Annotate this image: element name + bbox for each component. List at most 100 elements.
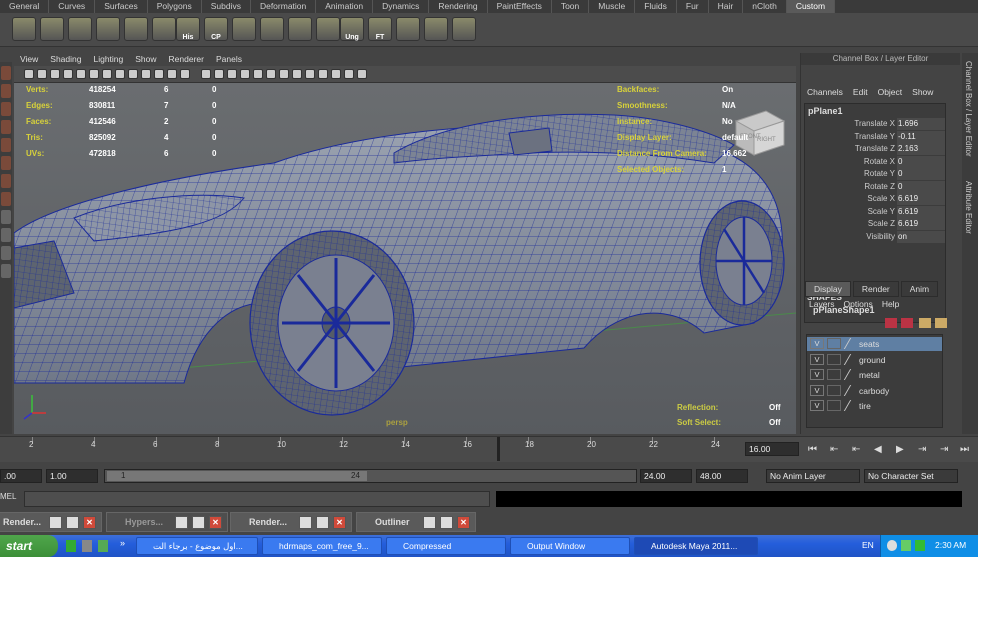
scale-tool-icon[interactable] bbox=[1, 156, 11, 170]
shelf-tab-rendering[interactable]: Rendering bbox=[429, 0, 488, 13]
viewport-toolbar-icon[interactable] bbox=[305, 69, 315, 79]
language-indicator[interactable]: EN bbox=[862, 540, 874, 550]
mel-label[interactable]: MEL bbox=[0, 492, 16, 501]
maximize-icon[interactable] bbox=[192, 516, 205, 529]
channel-menu-show[interactable]: Show bbox=[912, 87, 933, 97]
channel-attr-row[interactable]: Scale Z 6.619 bbox=[805, 218, 945, 230]
taskbar-item[interactable]: hdrmaps_com_free_9... bbox=[262, 537, 382, 555]
viewport-menu-renderer[interactable]: Renderer bbox=[169, 53, 204, 66]
layer-color-swatch[interactable] bbox=[827, 384, 841, 396]
viewport-toolbar-icon[interactable] bbox=[357, 69, 367, 79]
play-forward-icon[interactable]: ▶ bbox=[896, 444, 904, 455]
shelf-tab-animation[interactable]: Animation bbox=[316, 0, 374, 13]
center-pivot-icon[interactable]: CP bbox=[204, 17, 228, 41]
shelf-tab-hair[interactable]: Hair bbox=[709, 0, 744, 13]
taskbar-item[interactable]: Compressed bbox=[386, 537, 506, 555]
shelf-tool-icon[interactable] bbox=[288, 17, 312, 41]
channel-attr-row[interactable]: Translate Z 2.163 bbox=[805, 143, 945, 155]
viewport-menu-view[interactable]: View bbox=[20, 53, 38, 66]
quicklaunch-more-icon[interactable]: » bbox=[120, 538, 125, 548]
channel-attr-row[interactable]: Translate Y -0.11 bbox=[805, 130, 945, 143]
restore-icon[interactable] bbox=[299, 516, 312, 529]
viewport-toolbar-icon[interactable] bbox=[24, 69, 34, 79]
viewport-menu-show[interactable]: Show bbox=[135, 53, 156, 66]
viewport-toolbar-icon[interactable] bbox=[76, 69, 86, 79]
character-set-dropdown[interactable]: No Character Set bbox=[864, 469, 958, 483]
tray-icon[interactable] bbox=[887, 540, 897, 551]
animation-start-field[interactable]: .00 bbox=[0, 469, 42, 483]
layer-menu-options[interactable]: Options bbox=[844, 299, 873, 309]
range-end-field[interactable]: 24.00 bbox=[640, 469, 692, 483]
shelf-tool-icon[interactable] bbox=[124, 17, 148, 41]
viewport-toolbar-icon[interactable] bbox=[279, 69, 289, 79]
shelf-tab-fur[interactable]: Fur bbox=[677, 0, 709, 13]
layer-row[interactable]: Vground bbox=[807, 353, 942, 367]
restore-icon[interactable] bbox=[423, 516, 436, 529]
shelf-tool-icon[interactable] bbox=[232, 17, 256, 41]
play-backward-icon[interactable]: ◀ bbox=[874, 444, 882, 455]
quicklaunch-icon[interactable] bbox=[98, 540, 108, 552]
viewport-toolbar-icon[interactable] bbox=[240, 69, 250, 79]
move-up-icon[interactable] bbox=[919, 318, 931, 328]
channel-attr-value[interactable]: 1.696 bbox=[897, 118, 945, 130]
shelf-tab-muscle[interactable]: Muscle bbox=[589, 0, 636, 13]
channel-attr-value[interactable]: on bbox=[897, 230, 945, 243]
layer-visibility-toggle[interactable]: V bbox=[810, 338, 824, 349]
channel-attr-value[interactable]: 6.619 bbox=[897, 205, 945, 218]
shelf-tool-icon[interactable] bbox=[396, 17, 420, 41]
close-icon[interactable]: ✕ bbox=[333, 516, 346, 529]
tab-render[interactable]: Render bbox=[852, 281, 899, 297]
layer-visibility-toggle[interactable]: V bbox=[810, 353, 824, 365]
channel-attr-value[interactable]: 6.619 bbox=[897, 193, 945, 205]
layer-visibility-toggle[interactable]: V bbox=[810, 384, 824, 396]
viewport-toolbar-icon[interactable] bbox=[128, 69, 138, 79]
shelf-tab-general[interactable]: General bbox=[0, 0, 50, 13]
time-slider[interactable]: 16.00 ⏮ ⇤ ⇤ ◀ ▶ ⇥ ⇥ ⏭ 2 4 6 8 10 12 14 16 18 20 22… bbox=[0, 436, 978, 462]
channel-attr-value[interactable]: 0 bbox=[897, 155, 945, 168]
freeze-transform-icon[interactable]: FT bbox=[368, 17, 392, 41]
quicklaunch-icon[interactable] bbox=[82, 540, 92, 552]
viewport-toolbar-icon[interactable] bbox=[37, 69, 47, 79]
viewport-toolbar-icon[interactable] bbox=[331, 69, 341, 79]
layer-color-swatch[interactable] bbox=[827, 369, 841, 380]
minimized-window[interactable]: Hypers... ✕ bbox=[106, 512, 228, 532]
viewport-toolbar-icon[interactable] bbox=[266, 69, 276, 79]
layer-visibility-toggle[interactable]: V bbox=[810, 400, 824, 411]
channel-attr-value[interactable]: 0 bbox=[897, 180, 945, 193]
tab-display[interactable]: Display bbox=[805, 281, 851, 297]
shelf-tool-icon[interactable] bbox=[40, 17, 64, 41]
last-tool-icon[interactable] bbox=[1, 192, 11, 206]
tray-icon[interactable] bbox=[915, 540, 925, 551]
viewport-toolbar-icon[interactable] bbox=[89, 69, 99, 79]
new-layer-icon[interactable] bbox=[885, 318, 897, 328]
animation-end-field[interactable]: 48.00 bbox=[696, 469, 748, 483]
shelf-tab-deformation[interactable]: Deformation bbox=[251, 0, 317, 13]
perspective-viewport[interactable]: FRONT RIGHT Verts: 418254 6 0 Edges: 830811 7 0… bbox=[14, 83, 796, 434]
history-icon[interactable]: His bbox=[176, 17, 200, 41]
taskbar-item[interactable]: اول موضوع - برجاء الت... bbox=[136, 537, 258, 555]
range-slider-handle[interactable]: 1 24 bbox=[107, 471, 367, 481]
viewport-toolbar-icon[interactable] bbox=[214, 69, 224, 79]
viewport-toolbar-icon[interactable] bbox=[141, 69, 151, 79]
mel-command-input[interactable] bbox=[24, 491, 490, 507]
channel-attr-row[interactable]: Rotate Y0 bbox=[805, 168, 945, 180]
viewport-toolbar-icon[interactable] bbox=[201, 69, 211, 79]
shelf-tab-painteffects[interactable]: PaintEffects bbox=[488, 0, 552, 13]
shelf-tool-icon[interactable] bbox=[452, 17, 476, 41]
maximize-icon[interactable] bbox=[440, 516, 453, 529]
channel-attr-row[interactable]: Rotate X0 bbox=[805, 155, 945, 168]
channel-attr-row[interactable]: Rotate Z0 bbox=[805, 180, 945, 193]
shelf-tool-icon[interactable] bbox=[152, 17, 176, 41]
minimized-window[interactable]: Render... ✕ bbox=[0, 512, 102, 532]
viewport-menu-shading[interactable]: Shading bbox=[50, 53, 81, 66]
viewport-toolbar-icon[interactable] bbox=[344, 69, 354, 79]
viewport-menu-lighting[interactable]: Lighting bbox=[93, 53, 123, 66]
channel-attr-row[interactable]: Visibility on bbox=[805, 230, 945, 243]
range-slider[interactable]: 1 24 bbox=[104, 469, 637, 483]
viewport-toolbar-icon[interactable] bbox=[115, 69, 125, 79]
layer-color-swatch[interactable] bbox=[827, 353, 841, 365]
lasso-tool-icon[interactable] bbox=[1, 84, 11, 98]
restore-icon[interactable] bbox=[49, 516, 62, 529]
rotate-tool-icon[interactable] bbox=[1, 138, 11, 152]
viewport-toolbar-icon[interactable] bbox=[63, 69, 73, 79]
